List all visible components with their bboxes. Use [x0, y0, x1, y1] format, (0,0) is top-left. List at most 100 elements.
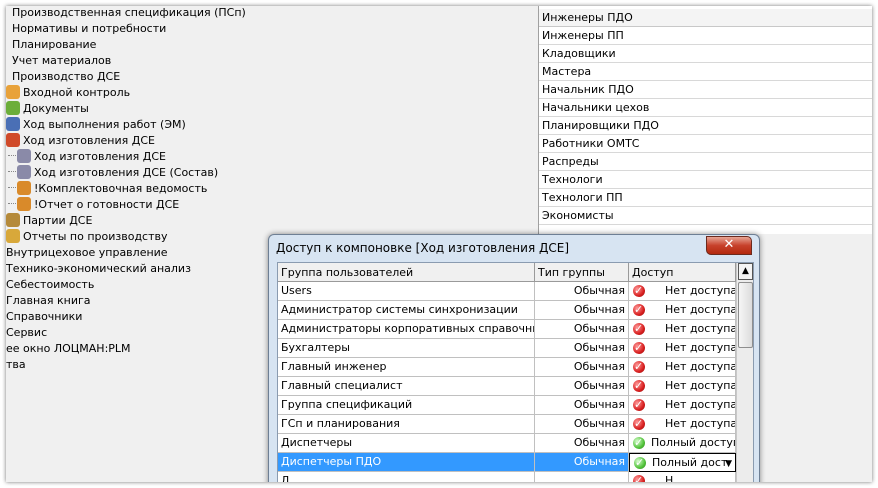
list-item[interactable]: Инженеры ПП — [539, 27, 872, 45]
tree-connector — [8, 187, 16, 188]
tree-item-label: Входной контроль — [23, 86, 131, 99]
access-dropdown[interactable]: Полный дост▼ — [629, 453, 736, 472]
tree-item-label: Себестоимость — [6, 278, 95, 291]
list-item[interactable]: Работники ОМТС — [539, 135, 872, 153]
scroll-up-icon[interactable]: ▲ — [738, 263, 753, 280]
tree-item[interactable]: Технико-экономический анализ — [6, 261, 191, 277]
tree-item[interactable]: Ход изготовления ДСЕ (Состав) — [8, 165, 218, 181]
chevron-down-icon[interactable]: ▼ — [725, 455, 732, 471]
group-cell[interactable]: Главный специалист — [278, 377, 535, 396]
group-type-cell: Обычная — [535, 377, 629, 396]
table-row[interactable]: Администраторы корпоративных справочнико… — [278, 320, 736, 339]
tree-item[interactable]: Себестоимость — [6, 277, 94, 293]
tree-item[interactable]: Ход изготовления ДСЕ — [8, 149, 166, 165]
list-item[interactable]: Кладовщики — [539, 45, 872, 63]
tree-item[interactable]: Учет материалов — [12, 53, 111, 69]
tree-item-label: Производство ДСЕ — [12, 70, 121, 83]
access-label: Полный доступ — [651, 436, 736, 449]
access-label: Нет доступа — [665, 341, 736, 354]
table-row[interactable]: БухгалтерыОбычная Нет доступа — [278, 339, 736, 358]
tree-item[interactable]: Нормативы и потребности — [12, 21, 166, 37]
access-cell[interactable]: Нет доступа — [629, 282, 736, 301]
table-row[interactable]: Администратор системы синхронизации Обычн… — [278, 301, 736, 320]
access-cell[interactable]: Нет доступа — [629, 301, 736, 320]
access-grid: Группа пользователей Тип группы Доступ U… — [277, 262, 754, 482]
list-item[interactable]: Инженеры ПДО — [539, 9, 872, 27]
tree-item[interactable]: Ход выполнения работ (ЭМ) — [6, 117, 186, 133]
tree-item[interactable]: Сервис — [6, 325, 47, 341]
table-row[interactable]: ГСп и планированияОбычная Нет доступа — [278, 415, 736, 434]
table-row[interactable]: Группа спецификацийОбычная Нет доступа — [278, 396, 736, 415]
table-row[interactable]: Главный специалистОбычная Нет доступа — [278, 377, 736, 396]
group-cell[interactable]: Группа спецификаций — [278, 396, 535, 415]
access-cell[interactable]: Нет доступа — [629, 396, 736, 415]
tree-item-label: Ход изготовления ДСЕ (Состав) — [34, 166, 219, 179]
no-access-icon — [633, 377, 645, 395]
tree-item[interactable]: Ход изготовления ДСЕ — [6, 133, 155, 149]
layout-icon — [17, 149, 31, 163]
access-cell[interactable]: Н — [629, 472, 736, 482]
tree-item[interactable]: Внутрицеховое управление — [6, 245, 168, 261]
tree-item-label: Планирование — [12, 38, 97, 51]
list-item[interactable]: Технологи — [539, 171, 872, 189]
tree-item[interactable]: Производственная спецификация (ПСп) — [12, 6, 246, 21]
tree-item-label: Нормативы и потребности — [12, 22, 167, 35]
access-cell[interactable]: Полный доступ — [629, 434, 736, 453]
column-header-type[interactable]: Тип группы — [535, 263, 629, 282]
group-cell[interactable]: Главный инженер — [278, 358, 535, 377]
table-row[interactable]: Диспетчеры ПДООбычнаяПолный дост▼ — [278, 453, 736, 472]
access-label: Нет доступа — [665, 303, 736, 316]
list-item[interactable]: Мастера — [539, 63, 872, 81]
tree-item-label: тва — [6, 358, 26, 371]
access-cell[interactable]: Нет доступа — [629, 377, 736, 396]
list-item[interactable]: Начальник ПДО — [539, 81, 872, 99]
access-cell[interactable]: Нет доступа — [629, 339, 736, 358]
tree-item[interactable]: тва — [6, 357, 26, 373]
group-type-cell: Обычная — [535, 434, 629, 453]
dialog-title: Доступ к компоновке [Ход изготовления ДС… — [276, 241, 569, 255]
list-item[interactable]: Технологи ПП — [539, 189, 872, 207]
tree-item[interactable]: !Отчет о готовности ДСЕ — [8, 197, 179, 213]
list-item[interactable]: Распреды — [539, 153, 872, 171]
group-cell[interactable]: Бухгалтеры — [278, 339, 535, 358]
tree-item[interactable]: Планирование — [12, 37, 96, 53]
column-header-group[interactable]: Группа пользователей — [278, 263, 535, 282]
access-cell[interactable]: Нет доступа — [629, 320, 736, 339]
tree-item[interactable]: Производство ДСЕ — [12, 69, 120, 85]
group-cell[interactable]: Диспетчеры — [278, 434, 535, 453]
column-header-access[interactable]: Доступ — [629, 263, 736, 282]
list-item[interactable]: Экономисты — [539, 207, 872, 225]
tree-item[interactable]: Партии ДСЕ — [6, 213, 92, 229]
group-cell[interactable]: ГСп и планирования — [278, 415, 535, 434]
group-type-cell: Обычная — [535, 320, 629, 339]
table-row[interactable]: UsersОбычная Нет доступа — [278, 282, 736, 301]
close-button[interactable]: ✕ — [706, 236, 752, 255]
group-cell[interactable]: Д — [278, 472, 535, 482]
group-cell[interactable]: Users — [278, 282, 535, 301]
no-access-icon — [633, 358, 645, 376]
tree-item[interactable]: Отчеты по производству — [6, 229, 168, 245]
list-item[interactable]: Начальники цехов — [539, 99, 872, 117]
tree-item[interactable]: Главная книга — [6, 293, 91, 309]
access-cell[interactable]: Нет доступа — [629, 358, 736, 377]
access-cell[interactable]: Нет доступа — [629, 415, 736, 434]
full-access-icon — [633, 434, 645, 452]
access-label: Нет доступа — [665, 360, 736, 373]
vertical-scrollbar[interactable]: ▲ — [736, 263, 753, 482]
tree-item[interactable]: ее окно ЛОЦМАН:PLM — [6, 341, 131, 357]
tree-item-label: Ход изготовления ДСЕ — [23, 134, 155, 147]
group-type-cell: Обычная — [535, 339, 629, 358]
list-item[interactable]: Планировщики ПДО — [539, 117, 872, 135]
group-cell[interactable]: Администратор системы синхронизации — [278, 301, 535, 320]
tree-item[interactable]: Входной контроль — [6, 85, 130, 101]
table-row[interactable]: ДиспетчерыОбычная Полный доступ — [278, 434, 736, 453]
scroll-thumb[interactable] — [738, 282, 753, 348]
group-cell[interactable]: Диспетчеры ПДО — [278, 453, 535, 472]
tree-item[interactable]: !Комплектовочная ведомость — [8, 181, 207, 197]
table-row[interactable]: Главный инженерОбычная Нет доступа — [278, 358, 736, 377]
table-row[interactable]: ДН — [278, 472, 736, 482]
tree-item-label: Учет материалов — [12, 54, 112, 67]
group-cell[interactable]: Администраторы корпоративных справочнико… — [278, 320, 535, 339]
tree-item[interactable]: Документы — [6, 101, 89, 117]
tree-item[interactable]: Справочники — [6, 309, 82, 325]
